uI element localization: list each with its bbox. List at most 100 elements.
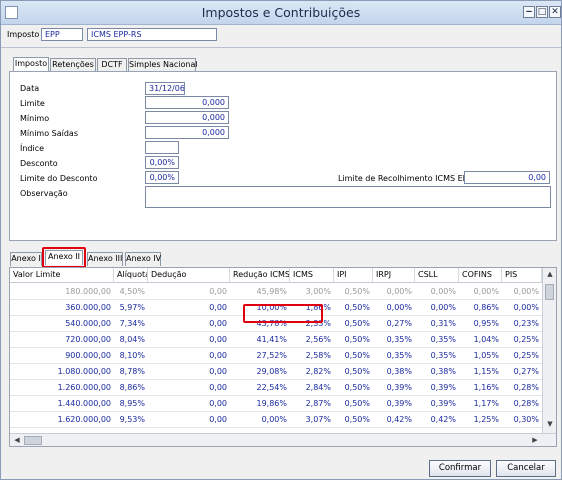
cell-cofins[interactable]: 1,17% xyxy=(459,396,502,412)
cell-cofins[interactable]: 1,25% xyxy=(459,412,502,428)
cell-ipi[interactable]: 0,50% xyxy=(334,380,373,396)
cell-pis[interactable]: 0,30% xyxy=(502,412,542,428)
data-field[interactable]: 31/12/06 xyxy=(145,82,185,95)
cell-deducao[interactable]: 0,00 xyxy=(148,348,230,364)
cell-aliquota[interactable]: 8,86% xyxy=(114,380,148,396)
cell-irpj[interactable]: 0,39% xyxy=(373,380,415,396)
minimize-icon[interactable]: ‒ xyxy=(523,6,535,18)
cell-reducao-icms[interactable]: 45,98% xyxy=(230,284,290,300)
cancel-button[interactable]: Cancelar xyxy=(496,460,556,477)
imposto-desc-field[interactable]: ICMS EPP-RS xyxy=(87,28,217,41)
cell-deducao[interactable]: 0,00 xyxy=(148,332,230,348)
cell-deducao[interactable]: 0,00 xyxy=(148,284,230,300)
vertical-scrollbar[interactable]: ▲ ▼ xyxy=(542,268,556,433)
column-header-aliquota[interactable]: Alíquota xyxy=(114,268,148,283)
cell-pis[interactable]: 0,28% xyxy=(502,380,542,396)
cell-pis[interactable]: 0,25% xyxy=(502,348,542,364)
cell-reducao-icms[interactable]: 0,00% xyxy=(230,412,290,428)
table-row[interactable]: 1.440.000,00 8,95% 0,00 19,86% 2,87% 0,50% 0,3… xyxy=(10,396,542,412)
cell-valor-limite[interactable]: 1.260.000,00 xyxy=(10,380,114,396)
cell-pis[interactable]: 0,00% xyxy=(502,300,542,316)
cell-csll[interactable]: 0,38% xyxy=(415,364,459,380)
cell-pis[interactable]: 0,25% xyxy=(502,332,542,348)
cell-icms[interactable]: 2,58% xyxy=(290,348,334,364)
imposto-code-field[interactable]: EPP xyxy=(41,28,83,41)
column-header-icms[interactable]: ICMS xyxy=(290,268,334,283)
tab-anexo-1[interactable]: Anexo I xyxy=(10,252,42,266)
cell-csll[interactable]: 0,31% xyxy=(415,316,459,332)
cell-irpj[interactable]: 0,38% xyxy=(373,364,415,380)
horizontal-scrollbar[interactable]: ◀ ▶ xyxy=(10,433,556,446)
cell-aliquota[interactable]: 8,95% xyxy=(114,396,148,412)
table-row[interactable]: 180.000,00 4,50% 0,00 45,98% 3,00% 0,50% 0,00%… xyxy=(10,284,542,300)
cell-icms[interactable]: 2,82% xyxy=(290,364,334,380)
cell-deducao[interactable]: 0,00 xyxy=(148,380,230,396)
scroll-right-icon[interactable]: ▶ xyxy=(530,436,540,444)
cell-icms[interactable]: 2,84% xyxy=(290,380,334,396)
minimo-field[interactable]: 0,000 xyxy=(145,111,229,124)
cell-irpj[interactable]: 0,27% xyxy=(373,316,415,332)
cell-deducao[interactable]: 0,00 xyxy=(148,396,230,412)
cell-ipi[interactable]: 0,50% xyxy=(334,348,373,364)
cell-ipi[interactable]: 0,50% xyxy=(334,316,373,332)
cell-ipi[interactable]: 0,50% xyxy=(334,332,373,348)
horizontal-scroll-thumb[interactable] xyxy=(24,436,42,445)
cell-aliquota[interactable]: 8,04% xyxy=(114,332,148,348)
cell-reducao-icms[interactable]: 27,52% xyxy=(230,348,290,364)
cell-cofins[interactable]: 1,05% xyxy=(459,348,502,364)
cell-csll[interactable]: 0,39% xyxy=(415,380,459,396)
observacao-field[interactable] xyxy=(145,186,551,208)
cell-aliquota[interactable]: 7,34% xyxy=(114,316,148,332)
cell-valor-limite[interactable]: 360.000,00 xyxy=(10,300,114,316)
tab-anexo-3[interactable]: Anexo III xyxy=(87,252,123,266)
cell-valor-limite[interactable]: 180.000,00 xyxy=(10,284,114,300)
scroll-up-icon[interactable]: ▲ xyxy=(543,270,556,278)
vertical-scroll-thumb[interactable] xyxy=(545,284,554,300)
minimo-saidas-field[interactable]: 0,000 xyxy=(145,126,229,139)
cell-csll[interactable]: 0,42% xyxy=(415,412,459,428)
table-row[interactable]: 1.260.000,00 8,86% 0,00 22,54% 2,84% 0,50% 0,3… xyxy=(10,380,542,396)
tab-anexo-4[interactable]: Anexo IV xyxy=(125,252,161,266)
column-header-irpj[interactable]: IRPJ xyxy=(373,268,415,283)
cell-cofins[interactable]: 1,15% xyxy=(459,364,502,380)
desconto-field[interactable]: 0,00% xyxy=(145,156,179,169)
cell-deducao[interactable]: 0,00 xyxy=(148,316,230,332)
cell-icms[interactable]: 3,07% xyxy=(290,412,334,428)
cell-valor-limite[interactable]: 1.440.000,00 xyxy=(10,396,114,412)
cell-irpj[interactable]: 0,00% xyxy=(373,284,415,300)
cell-cofins[interactable]: 0,95% xyxy=(459,316,502,332)
cell-ipi[interactable]: 0,50% xyxy=(334,396,373,412)
cell-ipi[interactable]: 0,50% xyxy=(334,412,373,428)
cell-aliquota[interactable]: 8,10% xyxy=(114,348,148,364)
cell-csll[interactable]: 0,00% xyxy=(415,300,459,316)
cell-cofins[interactable]: 1,16% xyxy=(459,380,502,396)
confirm-button[interactable]: Confirmar xyxy=(429,460,491,477)
cell-reducao-icms[interactable]: 19,86% xyxy=(230,396,290,412)
cell-deducao[interactable]: 0,00 xyxy=(148,300,230,316)
cell-ipi[interactable]: 0,50% xyxy=(334,300,373,316)
cell-valor-limite[interactable]: 1.620.000,00 xyxy=(10,412,114,428)
cell-valor-limite[interactable]: 720.000,00 xyxy=(10,332,114,348)
tab-dctf[interactable]: DCTF xyxy=(97,58,127,72)
table-row[interactable]: 720.000,00 8,04% 0,00 41,41% 2,56% 0,50% 0,35%… xyxy=(10,332,542,348)
cell-irpj[interactable]: 0,00% xyxy=(373,300,415,316)
indice-field[interactable] xyxy=(145,141,179,154)
cell-aliquota[interactable]: 4,50% xyxy=(114,284,148,300)
restore-icon[interactable]: □ xyxy=(536,6,548,18)
table-row[interactable]: 1.620.000,00 9,53% 0,00 0,00% 3,07% 0,50% 0,42… xyxy=(10,412,542,428)
cell-ipi[interactable]: 0,50% xyxy=(334,284,373,300)
cell-icms[interactable]: 2,87% xyxy=(290,396,334,412)
cell-irpj[interactable]: 0,35% xyxy=(373,332,415,348)
cell-csll[interactable]: 0,00% xyxy=(415,284,459,300)
column-header-ipi[interactable]: IPI xyxy=(334,268,373,283)
cell-aliquota[interactable]: 8,78% xyxy=(114,364,148,380)
column-header-cofins[interactable]: COFINS xyxy=(459,268,502,283)
column-header-reducao-icms[interactable]: Redução ICMS xyxy=(230,268,290,283)
cell-reducao-icms[interactable]: 29,08% xyxy=(230,364,290,380)
scroll-down-icon[interactable]: ▼ xyxy=(543,420,556,428)
cell-reducao-icms[interactable]: 22,54% xyxy=(230,380,290,396)
cell-csll[interactable]: 0,35% xyxy=(415,348,459,364)
cell-pis[interactable]: 0,00% xyxy=(502,284,542,300)
cell-csll[interactable]: 0,35% xyxy=(415,332,459,348)
cell-cofins[interactable]: 0,86% xyxy=(459,300,502,316)
